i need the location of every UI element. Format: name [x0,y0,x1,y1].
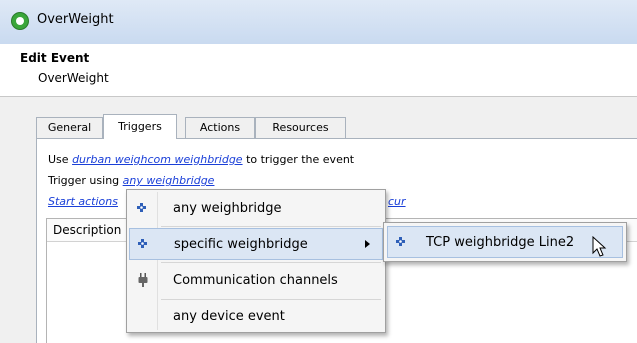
mouse-pointer-icon [592,236,607,257]
start-actions-link[interactable]: Start actions [48,195,118,208]
menu-separator [161,262,381,263]
trigger-context-menu: any weighbridge specific weighbridge Com… [126,189,386,333]
page-title: Edit Event [20,51,90,65]
plug-icon [138,273,148,287]
submenu-item-label: TCP weighbridge Line2 [426,235,575,250]
menu-separator [161,299,381,300]
title-bar: OverWeight [0,0,637,44]
menu-item-label: any weighbridge [173,201,282,216]
menu-item-communication-channels[interactable]: Communication channels [129,265,383,297]
app-eye-icon [11,12,29,30]
puzzle-icon [137,203,146,212]
tab-triggers[interactable]: Triggers [103,114,177,139]
start-actions-line-end: cur [388,195,406,208]
submenu-arrow-icon [365,240,370,248]
trigger-source-suffix: to trigger the event [246,153,355,166]
menu-item-specific-weighbridge[interactable]: specific weighbridge [129,228,383,260]
menu-item-label: any device event [173,309,285,324]
menu-item-any-weighbridge[interactable]: any weighbridge [129,193,383,225]
submenu-item-tcp-weighbridge-line2[interactable]: TCP weighbridge Line2 [387,226,623,258]
start-actions-line: Start actions [48,195,118,208]
menu-separator [161,226,381,227]
window-title: OverWeight [37,12,114,27]
trigger-source-line: Use durban weighcom weighbridge to trigg… [48,153,354,166]
tab-actions[interactable]: Actions [185,117,255,138]
puzzle-icon [138,239,147,248]
trigger-using-prefix: Trigger using [48,174,120,187]
page-subtitle: OverWeight [38,71,109,85]
trigger-using-link[interactable]: any weighbridge [123,174,215,187]
tab-resources[interactable]: Resources [255,117,346,138]
start-actions-link-end[interactable]: cur [388,195,406,208]
menu-item-label: specific weighbridge [174,237,308,252]
trigger-source-prefix: Use [48,153,69,166]
weighbridge-submenu: TCP weighbridge Line2 [383,222,627,262]
tab-general[interactable]: General [36,117,103,138]
menu-item-any-device-event[interactable]: any device event [129,301,383,333]
edit-event-header: Edit Event OverWeight [0,44,637,97]
puzzle-icon [396,237,405,246]
column-description[interactable]: Description [53,223,121,237]
trigger-source-link[interactable]: durban weighcom weighbridge [72,153,243,166]
menu-item-label: Communication channels [173,273,338,288]
trigger-using-line: Trigger using any weighbridge [48,174,214,187]
